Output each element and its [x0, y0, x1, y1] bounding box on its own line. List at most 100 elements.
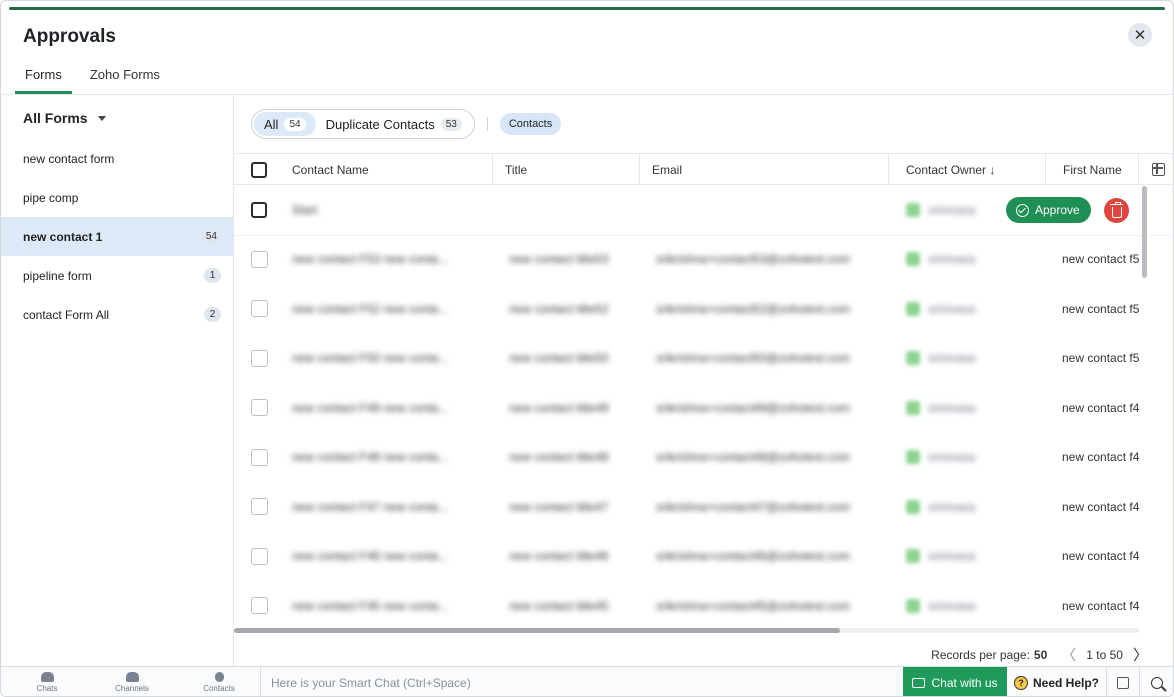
tab-zoho-forms[interactable]: Zoho Forms: [80, 64, 170, 94]
nav-contacts[interactable]: Contacts: [181, 667, 257, 696]
next-page-icon[interactable]: 〉: [1133, 644, 1148, 665]
close-button[interactable]: ✕: [1128, 23, 1152, 47]
sidebar-item-new-contact-1[interactable]: new contact 1 54: [1, 217, 233, 256]
column-first-name[interactable]: First Name: [1046, 154, 1139, 185]
all-forms-dropdown[interactable]: All Forms: [23, 110, 106, 126]
row-select-cell: [251, 581, 268, 628]
row-checkbox[interactable]: [251, 300, 268, 317]
people-icon: [125, 672, 139, 682]
owner-name: srinivasa: [928, 301, 976, 316]
row-select-cell: [251, 433, 268, 482]
records-per-page-label: Records per page:: [931, 647, 1030, 662]
contact-name-cell[interactable]: new contact F45 new conta...: [292, 581, 448, 628]
table-row[interactable]: new contact F47 new conta... new contact …: [234, 482, 1173, 532]
row-checkbox[interactable]: [251, 498, 268, 515]
contact-name-cell[interactable]: new contact F53 new conta...: [292, 235, 448, 284]
first-name-cell: new contact f4: [1062, 450, 1140, 464]
owner-name: srinivasa: [928, 499, 976, 514]
row-checkbox[interactable]: [251, 399, 268, 416]
email-cell: srikrishna+contact45@zohotest.com: [656, 598, 850, 613]
table-row[interactable]: new contact F48 new conta... new contact …: [234, 433, 1173, 483]
title-cell: new contact title52: [509, 301, 609, 316]
title-cell: new contact title50: [509, 351, 609, 365]
nav-chats-label: Chats: [36, 684, 58, 693]
title-cell: new contact title45: [509, 598, 609, 613]
chat-bubble-icon: [40, 672, 54, 682]
column-contact-owner[interactable]: Contact Owner ↓: [889, 154, 1046, 185]
records-table: Contact Name Title Email Contact Owner ↓…: [234, 153, 1173, 628]
main-panel: All 54 Duplicate Contacts 53 Contacts Cont…: [234, 96, 1173, 666]
vertical-scrollbar[interactable]: [1142, 186, 1147, 278]
table-row[interactable]: new contact F52 new conta... new contact …: [234, 284, 1173, 334]
owner-avatar: [906, 450, 920, 464]
contact-name-cell[interactable]: new contact F48 new conta...: [292, 433, 448, 482]
filter-bar: All 54 Duplicate Contacts 53 Contacts: [251, 109, 562, 139]
row-checkbox[interactable]: [251, 349, 268, 367]
table-row[interactable]: new contact F49 new conta... new contact …: [234, 383, 1173, 433]
feedback-button[interactable]: [1107, 667, 1140, 696]
select-all-checkbox[interactable]: [251, 161, 267, 178]
records-per-page-value[interactable]: 50: [1034, 648, 1047, 662]
table-row[interactable]: Start srinivasa Approve: [234, 185, 1173, 235]
filter-all[interactable]: All 54: [254, 112, 316, 136]
table-row[interactable]: new contact F46 new conta... new contact …: [234, 532, 1173, 582]
sidebar-item-label: new contact form: [23, 151, 115, 166]
email-cell: srikrishna+contact52@zohotest.com: [656, 301, 850, 316]
tab-forms[interactable]: Forms: [15, 64, 72, 94]
column-title[interactable]: Title: [493, 154, 640, 185]
sidebar-item-contact-form-all[interactable]: contact Form All 2: [1, 295, 233, 334]
contact-name-cell[interactable]: new contact F49 new conta...: [292, 383, 448, 432]
owner-avatar: [906, 549, 920, 563]
filter-duplicate-contacts[interactable]: Duplicate Contacts 53: [316, 112, 472, 136]
owner-avatar: [906, 252, 920, 266]
contact-owner-cell: srinivasa: [906, 383, 975, 432]
row-checkbox[interactable]: [251, 547, 268, 565]
feedback-icon: [1117, 676, 1129, 689]
nav-chats[interactable]: Chats: [9, 667, 85, 696]
row-checkbox[interactable]: [251, 448, 268, 466]
search-button[interactable]: [1140, 667, 1173, 696]
contact-name-cell[interactable]: Start: [292, 185, 317, 234]
contact-name-cell[interactable]: new contact F50 new conta...: [292, 334, 448, 383]
nav-channels[interactable]: Channels: [94, 667, 170, 696]
first-name-cell: new contact f4: [1062, 549, 1140, 563]
owner-avatar: [906, 598, 920, 613]
need-help-button[interactable]: ? Need Help?: [1007, 667, 1107, 696]
search-icon: [1150, 676, 1163, 689]
row-checkbox[interactable]: [251, 597, 268, 614]
chat-with-us-button[interactable]: Chat with us: [903, 667, 1007, 696]
sidebar-item-new-contact-form[interactable]: new contact form: [1, 139, 233, 178]
row-checkbox[interactable]: [251, 201, 267, 218]
help-icon: ?: [1013, 675, 1028, 690]
first-name-cell: new contact f5: [1062, 252, 1140, 266]
count-badge: 2: [204, 307, 221, 322]
horizontal-scrollbar[interactable]: [234, 628, 840, 633]
table-row[interactable]: new contact F53 new conta... new contact …: [234, 235, 1173, 285]
header: Approvals ✕ Forms Zoho Forms: [1, 10, 1173, 95]
sidebar-item-label: pipeline form: [23, 268, 92, 283]
module-chip-contacts[interactable]: Contacts: [499, 113, 562, 135]
smart-chat-input[interactable]: Here is your Smart Chat (Ctrl+Space): [260, 667, 903, 696]
contact-name-cell[interactable]: new contact F52 new conta...: [292, 284, 448, 333]
contact-owner-cell: srinivasa: [906, 433, 975, 482]
sidebar-item-label: new contact 1: [23, 229, 103, 244]
contact-name-cell[interactable]: new contact F46 new conta...: [292, 532, 448, 581]
table-row[interactable]: new contact F50 new conta... new contact …: [234, 334, 1173, 384]
approve-button[interactable]: Approve: [1006, 197, 1091, 223]
column-contact-name[interactable]: Contact Name: [280, 154, 493, 185]
table-row[interactable]: new contact F45 new conta... new contact …: [234, 581, 1173, 628]
first-name-cell: new contact f4: [1062, 400, 1140, 415]
column-email[interactable]: Email: [640, 154, 889, 185]
sidebar-item-pipeline-form[interactable]: pipeline form 1: [1, 256, 233, 295]
email-cell: srikrishna+contact53@zohotest.com: [656, 252, 850, 266]
count-badge: 54: [201, 229, 221, 244]
tab-bar: Forms Zoho Forms: [15, 64, 178, 94]
all-forms-label: All Forms: [23, 110, 88, 126]
owner-avatar: [906, 301, 920, 316]
row-checkbox[interactable]: [251, 250, 268, 268]
sidebar-item-pipe-comp[interactable]: pipe comp: [1, 178, 233, 217]
delete-button[interactable]: [1104, 198, 1129, 223]
prev-page-icon[interactable]: 〈: [1061, 644, 1076, 665]
column-settings-icon[interactable]: [1152, 163, 1165, 176]
contact-name-cell[interactable]: new contact F47 new conta...: [292, 482, 448, 531]
